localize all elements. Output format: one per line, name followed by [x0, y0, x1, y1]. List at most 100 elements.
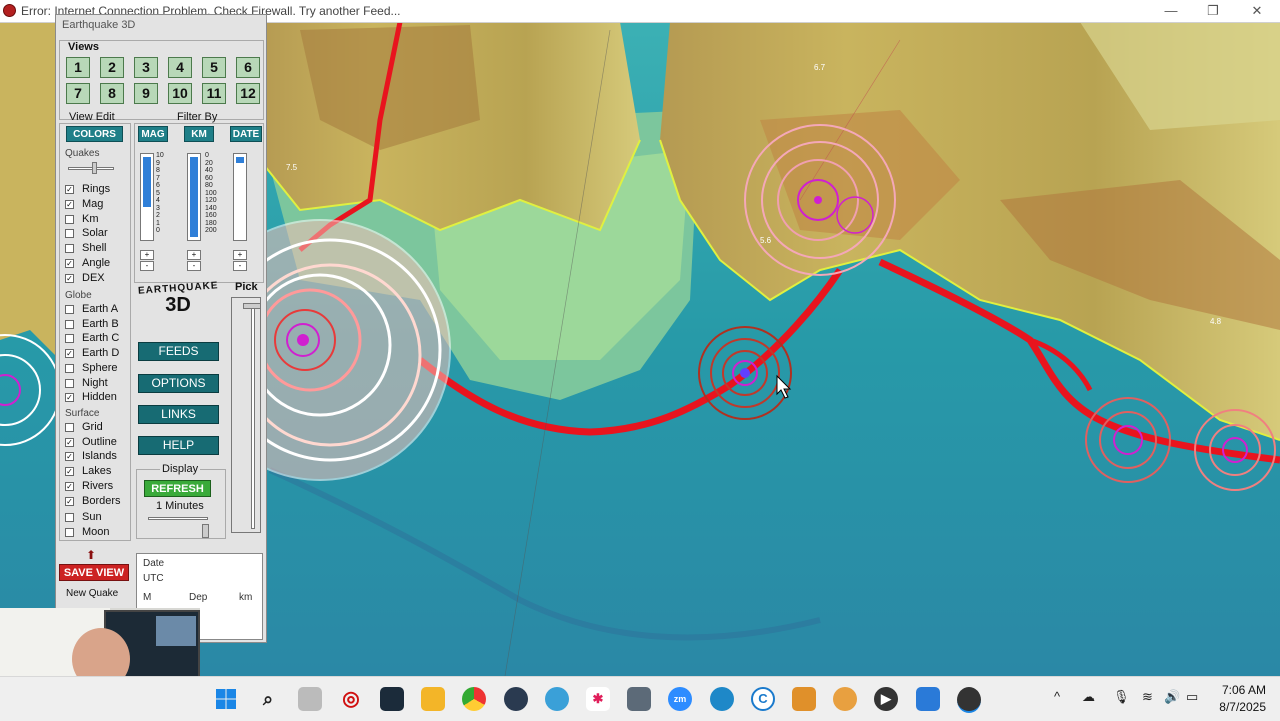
save-view-button[interactable]: SAVE VIEW	[59, 564, 129, 581]
filter-date-button[interactable]: DATE	[230, 126, 262, 142]
checkbox-rings[interactable]: ✓ Rings	[65, 183, 145, 197]
view-button-12[interactable]: 12	[236, 83, 260, 104]
refresh-button[interactable]: REFRESH	[144, 480, 211, 497]
zoom-icon[interactable]: zm	[668, 687, 692, 711]
checkbox-box[interactable]: ✓	[65, 259, 74, 268]
checkbox-lakes[interactable]: ✓ Lakes	[65, 465, 145, 479]
help-button[interactable]: HELP	[138, 436, 219, 455]
checkbox-earth-b[interactable]: Earth B	[65, 318, 145, 332]
date-minus-button[interactable]: -	[233, 261, 247, 271]
close-button[interactable]: ✕	[1244, 2, 1270, 20]
checkbox-box[interactable]	[65, 334, 74, 343]
checkbox-rivers[interactable]: ✓ Rivers	[65, 480, 145, 494]
mag-filter-slider[interactable]	[140, 153, 154, 241]
checkbox-sphere[interactable]: Sphere	[65, 362, 145, 376]
view-button-9[interactable]: 9	[134, 83, 158, 104]
links-button[interactable]: LINKS	[138, 405, 219, 424]
checkbox-islands[interactable]: ✓ Islands	[65, 450, 145, 464]
steam-icon[interactable]	[504, 687, 528, 711]
quakes-slider-thumb[interactable]	[92, 162, 97, 174]
checkbox-mag[interactable]: ✓ Mag	[65, 198, 145, 212]
quakes-slider[interactable]	[68, 167, 114, 170]
checkbox-box[interactable]: ✓	[65, 185, 74, 194]
checkbox-sun[interactable]: Sun	[65, 511, 145, 525]
mag-minus-button[interactable]: -	[140, 261, 154, 271]
file-explorer-icon[interactable]	[421, 687, 445, 711]
checkbox-box[interactable]: ✓	[65, 482, 74, 491]
checkbox-box[interactable]: ✓	[65, 452, 74, 461]
feeds-button[interactable]: FEEDS	[138, 342, 219, 361]
volume-icon[interactable]: 🔊	[1164, 689, 1180, 705]
checkbox-box[interactable]	[65, 513, 74, 522]
checkbox-earth-d[interactable]: ✓ Earth D	[65, 347, 145, 361]
checkbox-box[interactable]: ✓	[65, 467, 74, 476]
checkbox-dex[interactable]: ✓ DEX	[65, 272, 145, 286]
cloud-icon[interactable]: ☁	[1082, 689, 1095, 705]
km-minus-button[interactable]: -	[187, 261, 201, 271]
pick-slider[interactable]	[251, 307, 255, 529]
view-button-2[interactable]: 2	[100, 57, 124, 78]
mag-plus-button[interactable]: +	[140, 250, 154, 260]
checkbox-angle[interactable]: ✓ Angle	[65, 257, 145, 271]
microphone-icon[interactable]: 🎙	[1113, 689, 1130, 705]
refresh-slider-thumb[interactable]	[202, 524, 209, 538]
options-button[interactable]: OPTIONS	[138, 374, 219, 393]
filter-km-button[interactable]: KM	[184, 126, 214, 142]
view-button-6[interactable]: 6	[236, 57, 260, 78]
terminal-app-icon[interactable]	[380, 687, 404, 711]
checkbox-box[interactable]	[65, 229, 74, 238]
km-plus-button[interactable]: +	[187, 250, 201, 260]
chrome-icon[interactable]	[462, 687, 486, 711]
earthquake-app-icon[interactable]	[957, 687, 981, 713]
photos-icon[interactable]	[916, 687, 940, 711]
windows-start-icon[interactable]	[214, 687, 238, 711]
checkbox-box[interactable]	[65, 305, 74, 314]
target-app-icon[interactable]: ◎	[339, 687, 363, 711]
checkbox-night[interactable]: Night	[65, 377, 145, 391]
checkbox-solar[interactable]: Solar	[65, 227, 145, 241]
km-filter-slider[interactable]	[187, 153, 201, 241]
view-button-10[interactable]: 10	[168, 83, 192, 104]
checkbox-box[interactable]: ✓	[65, 349, 74, 358]
checkbox-box[interactable]	[65, 215, 74, 224]
checkbox-km[interactable]: Km	[65, 213, 145, 227]
checkbox-box[interactable]: ✓	[65, 393, 74, 402]
tray-chevron-icon[interactable]: ^	[1054, 689, 1060, 704]
view-button-8[interactable]: 8	[100, 83, 124, 104]
checkbox-outline[interactable]: ✓ Outline	[65, 436, 145, 450]
checkbox-box[interactable]	[65, 320, 74, 329]
checkbox-box[interactable]	[65, 528, 74, 537]
date-plus-button[interactable]: +	[233, 250, 247, 260]
view-button-3[interactable]: 3	[134, 57, 158, 78]
battery-icon[interactable]: ▭	[1186, 689, 1198, 705]
checkbox-box[interactable]: ✓	[65, 274, 74, 283]
date-filter-slider[interactable]	[233, 153, 247, 241]
maximize-button[interactable]: ❐	[1200, 2, 1226, 20]
checkbox-box[interactable]	[65, 423, 74, 432]
view-button-5[interactable]: 5	[202, 57, 226, 78]
system-clock[interactable]: 7:06 AM 8/7/2025	[1219, 682, 1266, 716]
checkbox-box[interactable]	[65, 364, 74, 373]
checkbox-box[interactable]	[65, 379, 74, 388]
view-button-11[interactable]: 11	[202, 83, 226, 104]
c-app-icon[interactable]: C	[751, 687, 775, 711]
browser-ball-icon[interactable]	[833, 687, 857, 711]
view-button-1[interactable]: 1	[66, 57, 90, 78]
video-app-icon[interactable]	[792, 687, 816, 711]
checkbox-box[interactable]: ✓	[65, 200, 74, 209]
checkbox-box[interactable]: ✓	[65, 438, 74, 447]
search-icon[interactable]: ⌕	[256, 687, 280, 711]
checkbox-grid[interactable]: Grid	[65, 421, 145, 435]
globe-app-icon[interactable]	[545, 687, 569, 711]
vpn-app-icon[interactable]	[710, 687, 734, 711]
checkbox-earth-c[interactable]: Earth C	[65, 332, 145, 346]
task-view-icon[interactable]	[298, 687, 322, 711]
colors-button[interactable]: COLORS	[66, 126, 123, 142]
checkbox-borders[interactable]: ✓ Borders	[65, 495, 145, 509]
checkbox-box[interactable]	[65, 244, 74, 253]
pick-slider-thumb[interactable]	[243, 303, 261, 309]
checkbox-earth-a[interactable]: Earth A	[65, 303, 145, 317]
checkbox-moon[interactable]: Moon	[65, 526, 145, 540]
wifi-icon[interactable]: ≋	[1142, 689, 1153, 705]
slack-icon[interactable]: ✱	[586, 687, 610, 711]
